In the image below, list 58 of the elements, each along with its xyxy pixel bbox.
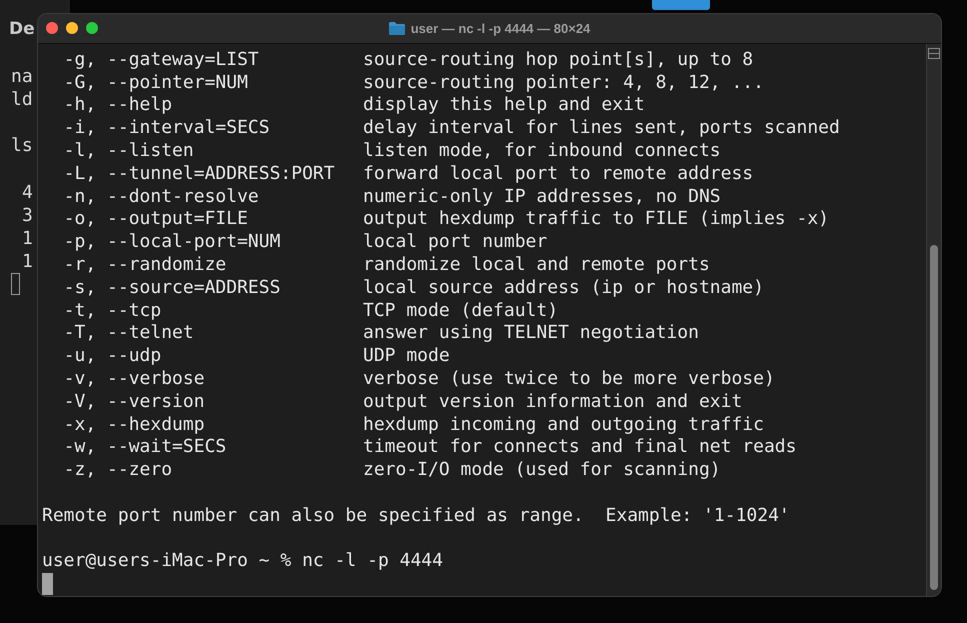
- option-description: zero-I/O mode (used for scanning): [363, 459, 721, 482]
- option-name: -l, --listen: [62, 140, 195, 163]
- split-pane-icon[interactable]: [928, 48, 940, 59]
- option-description: source-routing pointer: 4, 8, 12, ...: [363, 72, 764, 94]
- option-description: TCP mode (default): [363, 300, 558, 322]
- option-name: -u, --udp: [62, 345, 162, 368]
- option-description: listen mode, for inbound connects: [363, 140, 721, 163]
- option-name: -n, --dont-resolve: [62, 186, 260, 208]
- terminal-line: 3: [22, 204, 33, 227]
- terminal-line: ld: [11, 88, 33, 112]
- option-name: -p, --local-port=NUM: [62, 231, 282, 254]
- option-description: verbose (use twice to be more verbose): [363, 368, 775, 391]
- minimize-button[interactable]: [66, 22, 78, 34]
- option-name: -o, --output=FILE: [62, 208, 249, 232]
- close-button[interactable]: [46, 22, 58, 34]
- option-name: -z, --zero: [62, 459, 174, 482]
- option-description: forward local port to remote address: [363, 162, 754, 186]
- window-title: De: [9, 19, 35, 39]
- terminal-line: 1: [22, 250, 33, 273]
- option-name: -V, --version: [62, 390, 206, 414]
- option-description: output hexdump traffic to FILE (implies -x): [363, 208, 829, 232]
- option-name: -v, --verbose: [62, 368, 206, 391]
- option-name: -i, --interval=SECS: [62, 117, 271, 140]
- option-description: hexdump incoming and outgoing traffic: [363, 414, 764, 436]
- scrollbar[interactable]: [926, 44, 941, 596]
- terminal-cursor: [42, 573, 53, 596]
- option-name: -t, --tcp: [62, 300, 162, 322]
- option-description: randomize local and remote ports: [363, 254, 710, 277]
- option-name: -h, --help: [62, 94, 174, 118]
- option-description: answer using TELNET negotiation: [363, 322, 699, 346]
- option-description: timeout for connects and final net reads: [363, 436, 796, 460]
- option-description: local source address (ip or hostname): [363, 276, 764, 300]
- terminal-line: na: [11, 65, 33, 88]
- option-name: -s, --source=ADDRESS: [62, 276, 282, 300]
- folder-icon: [388, 22, 405, 35]
- window-title: user — nc -l -p 4444 — 80×24: [410, 21, 590, 36]
- option-description: numeric-only IP addresses, no DNS: [363, 186, 721, 208]
- option-name: -r, --randomize: [62, 254, 228, 277]
- command-prompt: user@users-iMac-Pro ~ % nc -l -p 4444: [42, 550, 443, 574]
- option-name: -g, --gateway=LIST: [62, 48, 260, 72]
- option-description: display this help and exit: [363, 94, 645, 118]
- terminal-cursor: [11, 273, 20, 296]
- terminal-line: ls: [11, 134, 33, 158]
- option-name: -w, --wait=SECS: [62, 436, 228, 460]
- option-description: source-routing hop point[s], up to 8: [363, 48, 754, 72]
- scrollbar-thumb[interactable]: [930, 245, 938, 590]
- option-name: -G, --pointer=NUM: [62, 72, 249, 94]
- terminal-line: 1: [22, 226, 33, 250]
- option-name: -T, --telnet: [62, 322, 195, 346]
- terminal-line: Remote port number can also be specified as range. Example: '1-1024': [42, 504, 790, 528]
- option-description: UDP mode: [363, 345, 450, 368]
- option-name: -L, --tunnel=ADDRESS:PORT: [62, 162, 336, 186]
- option-description: output version information and exit: [363, 390, 742, 414]
- zoom-button[interactable]: [86, 22, 98, 34]
- option-description: delay interval for lines sent, ports scanned: [363, 117, 840, 140]
- terminal-line: 4: [22, 180, 33, 204]
- option-name: -x, --hexdump: [62, 414, 206, 436]
- option-description: local port number: [363, 231, 548, 254]
